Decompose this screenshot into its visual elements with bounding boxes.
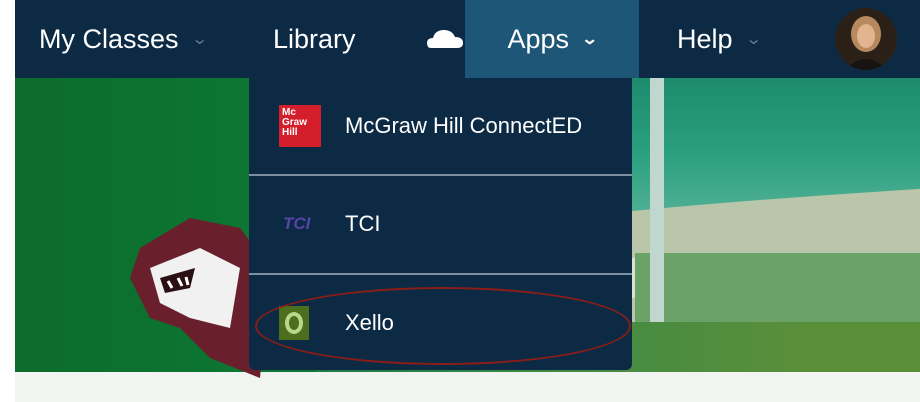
nav-help-label: Help <box>677 23 733 54</box>
nav-my-classes-label: My Classes <box>39 23 179 54</box>
apps-menu-item-mcgraw-hill[interactable]: Mc Graw Hill McGraw Hill ConnectED <box>249 78 632 174</box>
apps-menu-item-label: McGraw Hill ConnectED <box>345 113 583 138</box>
mcgraw-hill-logo: Mc Graw Hill <box>279 105 321 147</box>
tci-logo: TCI <box>283 214 311 233</box>
user-avatar[interactable] <box>835 8 897 70</box>
nav-library-label: Library <box>273 23 356 54</box>
cloud-icon[interactable] <box>425 24 465 54</box>
chevron-down-icon: ⌄ <box>190 31 208 48</box>
nav-my-classes[interactable]: My Classes ⌄ <box>39 0 208 78</box>
nav-apps[interactable]: Apps ⌄ <box>465 0 639 78</box>
nav-library[interactable]: Library <box>273 0 356 78</box>
nav-help[interactable]: Help ⌄ <box>677 0 762 78</box>
apps-menu-item-tci[interactable]: TCI TCI <box>249 176 632 272</box>
apps-menu-item-label: TCI <box>345 211 381 236</box>
chevron-down-icon: ⌄ <box>744 31 762 48</box>
mcgraw-hill-logo-text: Mc Graw Hill <box>282 107 308 138</box>
highlight-ellipse-annotation <box>255 287 631 365</box>
nav-apps-label: Apps <box>507 23 570 54</box>
top-navbar: My Classes ⌄ Library Apps ⌄ Help ⌄ <box>15 0 920 78</box>
chevron-down-icon: ⌄ <box>581 31 599 48</box>
avatar-image <box>835 8 897 70</box>
flag-pole <box>650 78 664 363</box>
